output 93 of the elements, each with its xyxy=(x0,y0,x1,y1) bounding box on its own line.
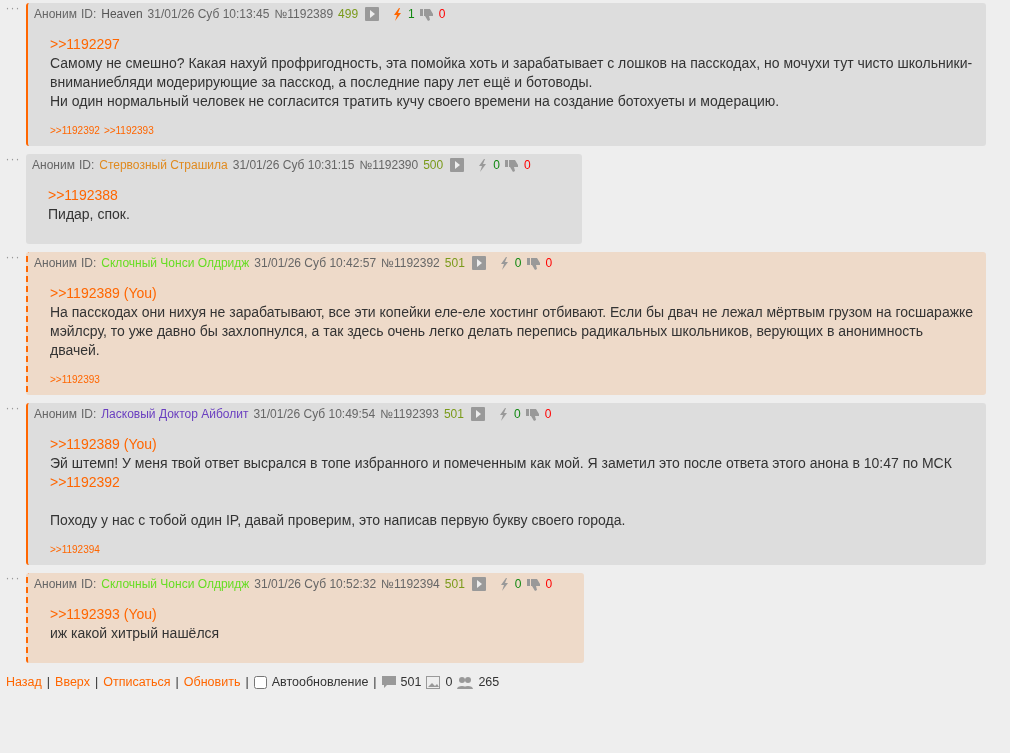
id-label: ID: xyxy=(80,256,97,270)
nav-link[interactable]: Отписаться xyxy=(103,675,171,689)
post-text: Эй штемп! У меня твой ответ высрался в топе избранного и помеченным как мой. Я заметил это после ответа этого анона в 10:47 по МСК >>1192392 xyxy=(50,454,953,492)
reply-link[interactable]: >>1192389 (You) xyxy=(50,436,157,452)
dislike-count: 0 xyxy=(545,256,553,270)
post-date: 31/01/26 Суб 10:52:32 xyxy=(254,577,377,591)
nav-link[interactable]: Вверх xyxy=(55,675,90,689)
like-count: 0 xyxy=(514,577,522,591)
author-name: Аноним xyxy=(34,577,77,591)
backlink[interactable]: >>1192393 xyxy=(50,374,100,385)
post-text: Самому не смешно? Какая нахуй профригодность, эта помойка хоть и зарабатывает с лошков на пасскодах, но мочухи тут чисто школьники-вниманиебляди модерирующие за пасскод, а последние пару лет ещё и ботоводы. Ни один нормальный человек не согласится тратить кучу своего времени на создание ботохуеты и модерацию. xyxy=(50,54,974,111)
thumbs-down-icon[interactable] xyxy=(526,577,541,591)
poster-id: Склочный Чонси Олдридж xyxy=(101,577,250,591)
like-count: 0 xyxy=(493,158,500,172)
images-count: 0 xyxy=(445,675,453,689)
thumbs-down-icon[interactable] xyxy=(525,407,540,421)
post-menu-dots[interactable]: ··· xyxy=(0,3,26,13)
separator: | xyxy=(373,675,377,689)
post-index: 501 xyxy=(443,407,464,421)
post-index: 499 xyxy=(338,7,359,21)
poster-id: Ласковый Доктор Айболит xyxy=(101,407,249,421)
reply-link[interactable]: >>1192388 xyxy=(48,187,118,203)
play-icon[interactable] xyxy=(470,407,485,421)
id-label: ID: xyxy=(78,158,95,172)
post-menu-dots[interactable]: ··· xyxy=(0,573,26,583)
post-text: иж какой хитрый нашёлся xyxy=(50,624,221,643)
nav-link[interactable]: Обновить xyxy=(183,675,241,689)
bolt-icon[interactable] xyxy=(497,407,509,421)
poster-id: Heaven xyxy=(101,7,143,21)
autoupdate-checkbox[interactable] xyxy=(253,675,267,689)
post-number[interactable]: №1192392 xyxy=(381,256,440,270)
like-count: 0 xyxy=(513,407,521,421)
people-icon xyxy=(457,675,474,689)
author-name: Аноним xyxy=(32,158,75,172)
poster-id: Стервозный Страшила xyxy=(99,158,228,172)
id-label: ID: xyxy=(80,407,97,421)
backlink[interactable]: >>1192394 xyxy=(50,544,100,555)
post-menu-dots[interactable]: ··· xyxy=(0,252,26,262)
bolt-icon[interactable] xyxy=(498,256,510,270)
post-number[interactable]: №1192390 xyxy=(359,158,419,172)
id-label: ID: xyxy=(80,577,97,591)
separator: | xyxy=(94,675,99,689)
post-date: 31/01/26 Суб 10:31:15 xyxy=(232,158,355,172)
separator: | xyxy=(245,675,249,689)
bolt-icon[interactable] xyxy=(498,577,510,591)
post-menu-dots[interactable]: ··· xyxy=(0,403,26,413)
post-date: 31/01/26 Суб 10:13:45 xyxy=(147,7,270,21)
post-text: На пасскодах они нихуя не зарабатывают, все эти копейки еле-еле хостинг отбивают. Если бы двач не лежал мёртвым грузом на госшаражке мэйлсру, то уже давно бы захлопнулся, а так здесь очень легко делать перепись радикальных школьников, верующих в анонимность двачей. xyxy=(50,303,975,360)
reply-link[interactable]: >>1192389 (You) xyxy=(50,285,157,301)
comment-icon xyxy=(381,675,396,689)
play-icon[interactable] xyxy=(471,256,486,270)
post-date: 31/01/26 Суб 10:49:54 xyxy=(253,407,376,421)
post-index: 501 xyxy=(444,256,465,270)
dislike-count: 0 xyxy=(545,577,553,591)
separator: | xyxy=(46,675,51,689)
author-name: Аноним xyxy=(34,7,77,21)
posters-count: 265 xyxy=(478,675,500,689)
post-text: Походу у нас с тобой один IP, давай проверим, это написав первую букву своего города. xyxy=(50,511,627,530)
post-index: 501 xyxy=(444,577,465,591)
thumbs-down-icon[interactable] xyxy=(504,158,519,172)
play-icon[interactable] xyxy=(450,158,465,172)
dislike-count: 0 xyxy=(438,7,446,21)
play-icon[interactable] xyxy=(471,577,486,591)
post-date: 31/01/26 Суб 10:42:57 xyxy=(254,256,377,270)
reply-link[interactable]: >>1192392 xyxy=(50,474,120,490)
separator: | xyxy=(175,675,179,689)
post-index: 500 xyxy=(423,158,444,172)
post-number[interactable]: №1192393 xyxy=(380,407,439,421)
poster-id: Склочный Чонси Олдридж xyxy=(101,256,250,270)
backlink[interactable]: >>1192393 xyxy=(103,125,154,136)
post-text: Пидар, спок. xyxy=(48,205,131,224)
like-count: 0 xyxy=(514,256,522,270)
backlink[interactable]: >>1192392 xyxy=(50,125,100,136)
post-number[interactable]: №1192394 xyxy=(381,577,440,591)
play-icon[interactable] xyxy=(365,7,380,21)
reply-link[interactable]: >>1192297 xyxy=(50,36,120,52)
dislike-count: 0 xyxy=(544,407,552,421)
bolt-icon[interactable] xyxy=(477,158,489,172)
dislike-count: 0 xyxy=(523,158,531,172)
like-count: 1 xyxy=(408,7,415,21)
post-menu-dots[interactable]: ··· xyxy=(0,154,26,164)
author-name: Аноним xyxy=(34,256,77,270)
author-name: Аноним xyxy=(34,407,77,421)
posts-count: 501 xyxy=(400,675,422,689)
post-number[interactable]: №1192389 xyxy=(274,7,334,21)
bolt-icon[interactable] xyxy=(392,7,404,21)
id-label: ID: xyxy=(80,7,97,21)
reply-link[interactable]: >>1192393 (You) xyxy=(50,606,157,622)
autoupdate-label: Автообновление xyxy=(271,675,369,689)
nav-link[interactable]: Назад xyxy=(6,675,42,689)
image-icon xyxy=(426,675,441,689)
thumbs-down-icon[interactable] xyxy=(526,256,541,270)
thumbs-down-icon[interactable] xyxy=(419,7,434,21)
